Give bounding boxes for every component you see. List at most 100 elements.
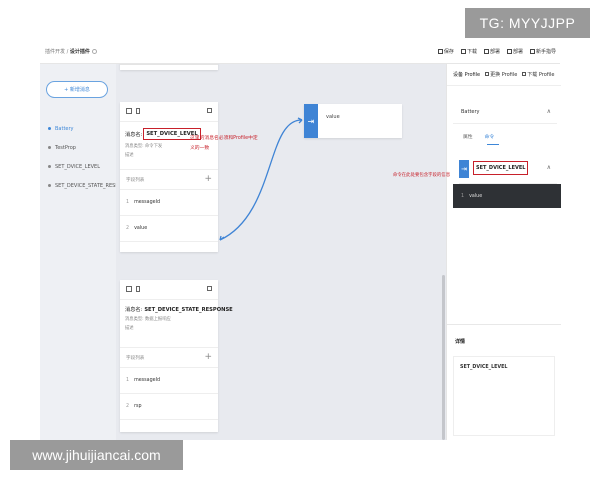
download-profile-label: 下载 Profile [527, 72, 555, 78]
field-row[interactable]: 1 messageId [120, 190, 218, 216]
arrow-in-icon: ⇥ [459, 160, 469, 178]
add-field-icon[interactable]: + [204, 352, 212, 362]
profile-title: 设备 Profile [453, 72, 481, 78]
field-row[interactable]: 2 value [120, 216, 218, 242]
deploy-button-2[interactable]: 部署 [506, 48, 523, 55]
deploy-label: 部署 [489, 49, 500, 55]
design-canvas[interactable]: 消息名: SET_DVICE_LEVEL 消息类型: 命令下发 描述 字段列表 + … [116, 64, 446, 440]
field-row[interactable]: 2 rsp [120, 394, 218, 420]
tab-properties[interactable]: 属性 [463, 133, 473, 140]
message-name-prefix: 消息名: [125, 307, 143, 313]
message-item-label: Battery [55, 125, 74, 132]
change-profile-link[interactable]: 更换 Profile [485, 71, 517, 78]
annotation-command-fields: 命令在此处要包含字段的信息 [393, 173, 451, 178]
deploy-button[interactable]: 部署 [483, 48, 500, 55]
download-icon [460, 49, 466, 54]
guide-icon [529, 49, 535, 54]
add-field-icon[interactable]: + [204, 174, 212, 184]
screenshot-root: 插件开发 / 设计插件 保存 下载 部署 部署 新手指导 + 新增消息 Batt… [0, 0, 600, 480]
divider [120, 64, 218, 65]
top-bar: 插件开发 / 设计插件 保存 下载 部署 部署 新手指导 [40, 40, 560, 64]
message-type: 消息类型: 数据上报响应 [125, 317, 171, 322]
download-profile-link[interactable]: 下载 Profile [522, 71, 554, 78]
message-item-set-dvice-level[interactable]: SET_DVICE_LEVEL [48, 157, 122, 176]
field-name: value [469, 193, 483, 199]
divider [447, 324, 561, 325]
chevron-up-icon[interactable]: ∧ [547, 164, 551, 171]
card-info: 消息名: SET_DEVICE_STATE_RESPONSE 消息类型: 数据上报… [120, 300, 233, 348]
change-profile-label: 更换 Profile [490, 72, 518, 78]
field-index: 1 [126, 200, 130, 205]
edit-icon[interactable] [126, 108, 132, 114]
edit-icon[interactable] [126, 286, 132, 292]
message-card-set-dvice-level[interactable]: 消息名: SET_DVICE_LEVEL 消息类型: 命令下发 描述 字段列表 + … [120, 102, 218, 252]
canvas-scrollbar[interactable] [442, 275, 445, 440]
command-item[interactable]: ⇥ SET_DVICE_LEVEL ∧ [459, 154, 557, 184]
message-item-battery[interactable]: Battery [48, 119, 122, 138]
message-item-set-device-state-resp[interactable]: SET_DEVICE_STATE_RESP... [48, 176, 122, 195]
message-card-set-device-state-response[interactable]: 消息名: SET_DEVICE_STATE_RESPONSE 消息类型: 数据上报… [120, 280, 233, 432]
save-label: 保存 [443, 49, 454, 55]
arrow-in-icon: ⇥ [304, 104, 318, 138]
help-icon[interactable] [91, 49, 97, 54]
profile-section-battery[interactable]: Battery ∧ [453, 100, 557, 124]
profile-tabs: 属性 命令 [463, 133, 494, 140]
field-index: 1 [461, 193, 465, 199]
watermark-url: www.jihuijiancai.com [10, 440, 183, 470]
command-field-row[interactable]: 1 value [453, 184, 561, 208]
section-label: Battery [461, 108, 480, 115]
deploy-icon [483, 49, 489, 54]
breadcrumb-parent[interactable]: 插件开发 [45, 49, 65, 55]
message-list-panel: + 新增消息 Battery TestProp SET_DVICE_LEVEL … [40, 64, 122, 440]
add-message-button[interactable]: + 新增消息 [46, 81, 108, 98]
download-label: 下载 [466, 49, 477, 55]
fields-header: 字段列表 + [120, 170, 218, 190]
delete-icon[interactable] [136, 286, 140, 292]
copy-icon[interactable] [207, 286, 212, 291]
swap-icon [485, 72, 490, 76]
chevron-up-icon[interactable]: ∧ [547, 108, 551, 115]
message-item-label: TestProp [55, 144, 76, 151]
field-index: 1 [126, 378, 130, 383]
value-node[interactable]: ⇥ value [304, 104, 402, 138]
active-tab-underline [487, 144, 499, 145]
message-name-value: SET_DEVICE_STATE_RESPONSE [144, 306, 233, 313]
field-name: rsp [134, 404, 142, 409]
message-name-prefix: 消息名: [125, 131, 143, 138]
detail-box: SET_DVICE_LEVEL [453, 356, 555, 436]
toolbar: 保存 下载 部署 部署 新手指导 [437, 48, 556, 55]
message-name: 消息名: SET_DEVICE_STATE_RESPONSE [125, 306, 233, 314]
detail-title: 详情 [455, 339, 466, 345]
profile-header: 设备 Profile 更换 Profile 下载 Profile [447, 64, 561, 86]
message-item-testprop[interactable]: TestProp [48, 138, 122, 157]
bullet-icon [48, 127, 51, 130]
annotation-message-name: 这里的消息名必须和Profile中定义的一致 [190, 136, 258, 151]
bullet-icon [48, 146, 51, 149]
breadcrumb-current: 设计插件 [69, 49, 90, 55]
fields-header: 字段列表 + [120, 348, 218, 368]
breadcrumb: 插件开发 / 设计插件 [45, 48, 97, 55]
field-name: value [134, 226, 148, 231]
deploy-label-2: 部署 [512, 49, 523, 55]
message-list: Battery TestProp SET_DVICE_LEVEL SET_DEV… [48, 119, 122, 195]
command-name-highlight: SET_DVICE_LEVEL [473, 161, 529, 175]
message-card-partial[interactable] [120, 64, 218, 70]
copy-icon[interactable] [207, 108, 212, 113]
watermark-telegram: TG: MYYJJPP [465, 8, 590, 38]
save-button[interactable]: 保存 [437, 48, 454, 55]
download-button[interactable]: 下载 [460, 48, 477, 55]
detail-value: SET_DVICE_LEVEL [460, 365, 508, 370]
bullet-icon [48, 165, 51, 168]
deploy-icon [506, 49, 512, 54]
message-description: 描述 [125, 326, 134, 331]
save-icon [437, 49, 443, 54]
fields-header-label: 字段列表 [126, 355, 145, 361]
field-row[interactable]: 1 messageId [120, 368, 218, 394]
fields-header-label: 字段列表 [126, 177, 145, 183]
guide-button[interactable]: 新手指导 [529, 48, 556, 55]
profile-panel: 设备 Profile 更换 Profile 下载 Profile Battery… [446, 64, 561, 440]
delete-icon[interactable] [136, 108, 140, 114]
field-name: messageId [134, 200, 161, 205]
card-header [120, 280, 218, 300]
tab-commands[interactable]: 命令 [485, 133, 495, 140]
